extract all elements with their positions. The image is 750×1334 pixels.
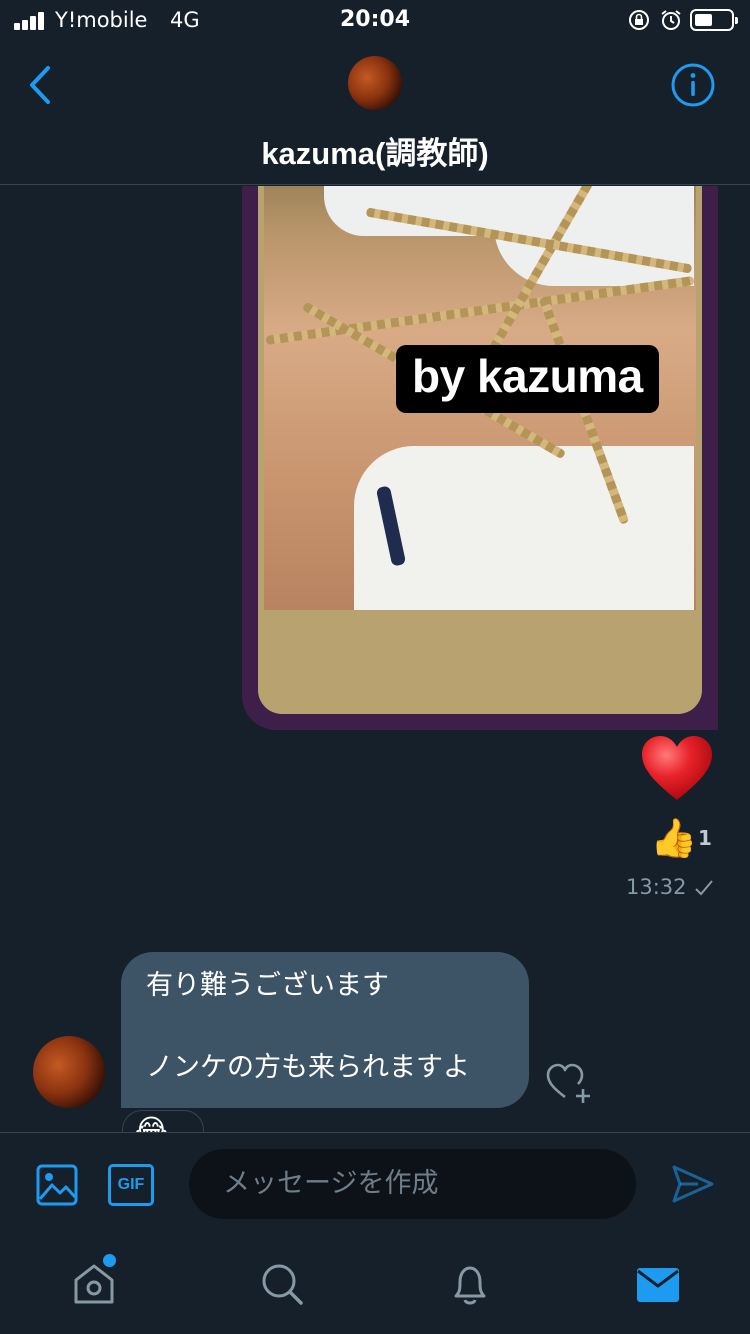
- message-timestamp: 13:32: [626, 875, 687, 899]
- message-text-line-1: 有り難うございます: [146, 970, 389, 1001]
- home-notification-dot: [103, 1254, 116, 1267]
- image-upload-button[interactable]: [35, 1163, 79, 1207]
- alarm-icon: [661, 10, 681, 30]
- media-frame: by kazuma: [258, 186, 702, 714]
- heart-reaction-icon[interactable]: [640, 734, 714, 804]
- battery-icon: [690, 9, 738, 31]
- message-input[interactable]: メッセージを作成: [189, 1149, 636, 1219]
- status-bar: Y!mobile 4G 20:04: [0, 0, 750, 40]
- dm-screen: Y!mobile 4G 20:04 kazuma(調教師) by kazuma …: [0, 0, 750, 1334]
- media-watermark: by kazuma: [396, 345, 659, 413]
- gif-button[interactable]: GIF: [108, 1164, 154, 1206]
- laugh-reaction: 😂: [135, 1113, 168, 1132]
- check-icon: [695, 880, 713, 896]
- send-button[interactable]: [670, 1163, 716, 1205]
- notifications-icon[interactable]: [446, 1260, 494, 1308]
- header-avatar[interactable]: [348, 56, 402, 110]
- heart-add-icon[interactable]: [545, 1061, 593, 1105]
- message-composer: GIF メッセージを作成: [0, 1132, 750, 1232]
- back-button[interactable]: [20, 60, 60, 110]
- home-icon[interactable]: [70, 1260, 118, 1308]
- conversation-header: kazuma(調教師): [0, 40, 750, 185]
- conversation-title[interactable]: kazuma(調教師): [0, 128, 750, 173]
- tab-bar: [0, 1232, 750, 1334]
- reaction-count: 1: [698, 826, 712, 850]
- messages-icon[interactable]: [634, 1260, 682, 1308]
- sender-avatar[interactable]: [33, 1036, 105, 1108]
- message-list[interactable]: by kazuma 👍 1 13:32 有り難うございます ノンケの方も来られま…: [0, 186, 750, 1132]
- sent-media-message[interactable]: by kazuma: [242, 186, 718, 730]
- media-image[interactable]: by kazuma: [264, 186, 696, 610]
- received-message-bubble[interactable]: 有り難うございます ノンケの方も来られますよ: [121, 952, 529, 1108]
- search-icon[interactable]: [258, 1260, 306, 1308]
- message-text-line-2: ノンケの方も来られますよ: [146, 1052, 470, 1083]
- thumbs-up-reaction[interactable]: 👍: [650, 816, 697, 861]
- rotation-lock-icon: [629, 10, 649, 30]
- info-button[interactable]: [670, 62, 716, 108]
- received-reaction-chip[interactable]: 😂: [122, 1110, 204, 1132]
